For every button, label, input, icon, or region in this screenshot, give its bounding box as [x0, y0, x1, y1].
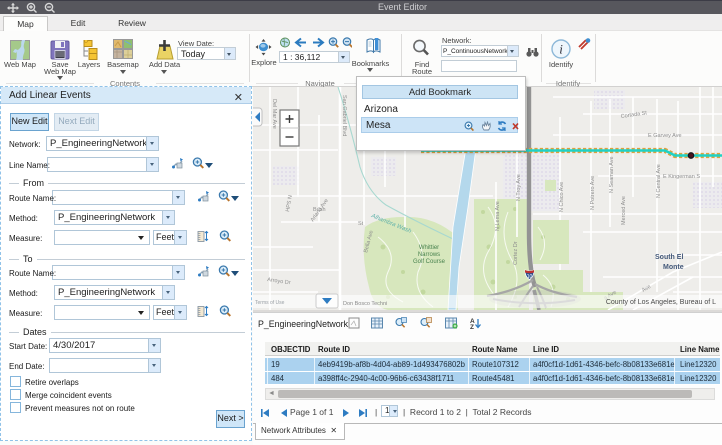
svg-text:Cortez Dr: Cortez Dr	[513, 241, 519, 265]
svg-text:San Gabriel Blvd: San Gabriel Blvd	[341, 95, 347, 136]
svg-text:Terms of Use: Terms of Use	[255, 300, 285, 306]
svg-text:i: i	[559, 42, 563, 57]
svg-text:Monte: Monte	[663, 264, 684, 271]
svg-text:St: St	[358, 221, 364, 227]
svg-text:County of Los Angeles, Bureau: County of Los Angeles, Bureau of L	[606, 299, 716, 306]
svg-text:N Troy Ave: N Troy Ave	[516, 174, 522, 201]
svg-text:Golf Course: Golf Course	[413, 259, 446, 265]
svg-text:N Lema Ave: N Lema Ave	[495, 201, 501, 231]
svg-text:10: 10	[527, 274, 533, 280]
svg-text:Narrows: Narrows	[418, 252, 440, 258]
svg-text:Merced Ave: Merced Ave	[621, 196, 627, 225]
svg-text:Don Bosco Techni: Don Bosco Techni	[343, 301, 387, 307]
svg-text:Del Mar Ave: Del Mar Ave	[271, 99, 277, 129]
svg-text:E Kingerman S: E Kingerman S	[663, 174, 700, 180]
svg-text:N Potrero Ave: N Potrero Ave	[590, 176, 596, 210]
svg-text:N Central Ave: N Central Ave	[656, 164, 662, 198]
svg-text:E Garvey Ave: E Garvey Ave	[648, 133, 682, 139]
svg-text:Bush: Bush	[313, 207, 326, 213]
svg-text:Whittier: Whittier	[419, 245, 439, 251]
svg-text:N Chico Ave: N Chico Ave	[559, 182, 565, 212]
svg-text:Z: Z	[470, 324, 474, 330]
svg-text:South El: South El	[655, 254, 683, 261]
svg-text:N Seaman Ave: N Seaman Ave	[609, 156, 615, 193]
